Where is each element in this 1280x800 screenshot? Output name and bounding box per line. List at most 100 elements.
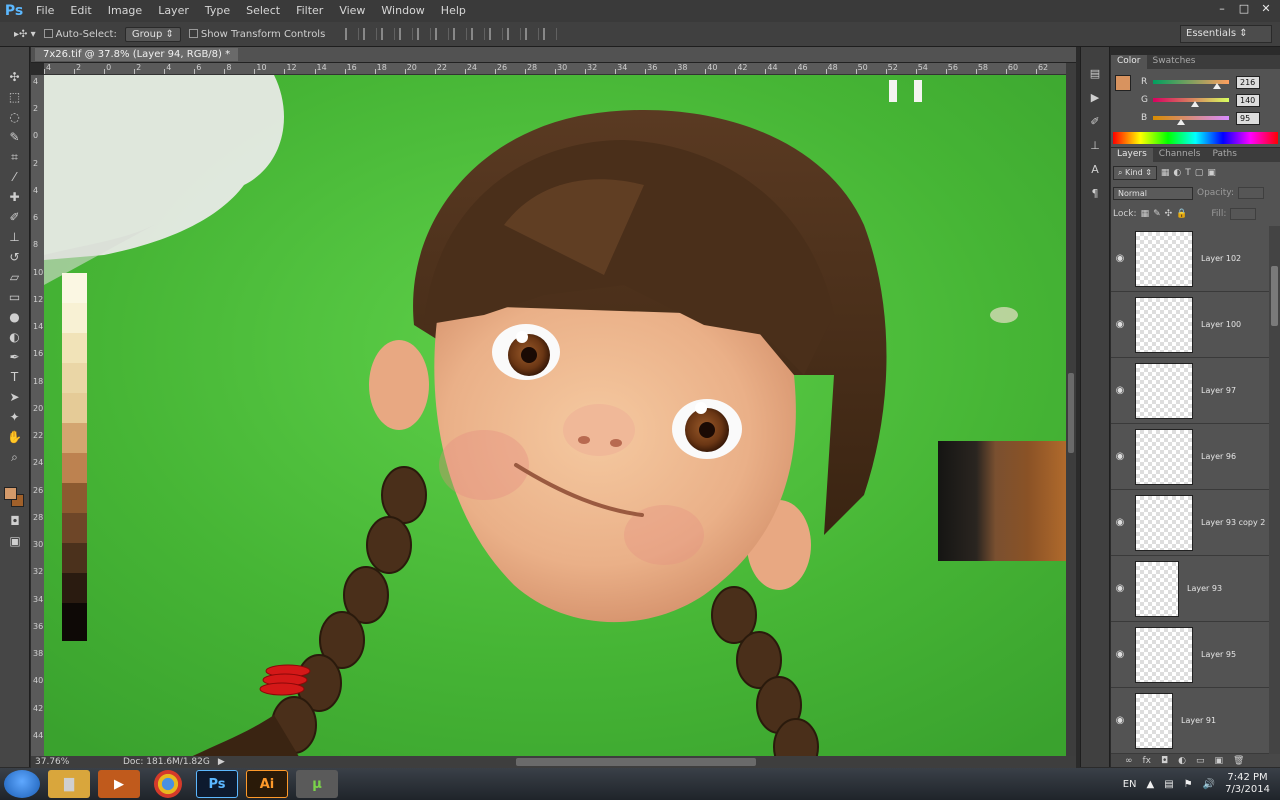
eye-icon[interactable]: ◉ (1111, 649, 1129, 660)
menu-layer[interactable]: Layer (150, 0, 197, 22)
type-tool-icon[interactable]: T (5, 369, 25, 386)
new-layer-icon[interactable]: ▣ (1215, 756, 1224, 766)
eye-icon[interactable]: ◉ (1111, 451, 1129, 462)
menu-window[interactable]: Window (373, 0, 432, 22)
crop-tool-icon[interactable]: ⌗ (5, 149, 25, 166)
eye-icon[interactable]: ◉ (1111, 583, 1129, 594)
green-value[interactable]: 140 (1236, 94, 1260, 107)
history-panel-icon[interactable]: ▤ (1086, 67, 1104, 81)
ruler-horizontal[interactable]: 4 2 0 2 4 6 8 10 12 14 16 18 20 22 24 26 28 30 32 34 36 38 40 4… (44, 63, 1066, 75)
menu-type[interactable]: Type (197, 0, 238, 22)
eye-icon[interactable]: ◉ (1111, 517, 1129, 528)
layer-style-icon[interactable]: fx (1143, 756, 1152, 766)
flag-icon[interactable]: ⚑ (1184, 779, 1193, 790)
auto-select-checkbox[interactable]: Auto-Select: (43, 29, 117, 40)
marquee-tool-icon[interactable]: ⬚ (5, 89, 25, 106)
align-right-icon[interactable] (435, 28, 450, 40)
quick-mask-icon[interactable]: ◘ (5, 513, 25, 530)
shape-tool-icon[interactable]: ✦ (5, 409, 25, 426)
eraser-tool-icon[interactable]: ▱ (5, 269, 25, 286)
horizontal-scroll-thumb[interactable] (516, 758, 756, 766)
eye-icon[interactable]: ◉ (1111, 385, 1129, 396)
slider-handle[interactable] (1177, 119, 1186, 125)
taskbar-utorrent[interactable]: µ (296, 770, 338, 798)
zoom-tool-icon[interactable]: ⌕ (5, 449, 25, 466)
minimize-button[interactable]: – (1214, 2, 1230, 16)
tab-paths[interactable]: Paths (1206, 148, 1242, 162)
clock[interactable]: 7:42 PM 7/3/2014 (1225, 772, 1270, 796)
lock-position-icon[interactable]: ✣ (1165, 209, 1173, 219)
dodge-tool-icon[interactable]: ◐ (5, 329, 25, 346)
network-icon[interactable]: ▤ (1164, 779, 1173, 790)
scroll-thumb[interactable] (1271, 266, 1278, 326)
taskbar-explorer[interactable]: ▇ (48, 770, 90, 798)
menu-select[interactable]: Select (238, 0, 288, 22)
slider-handle[interactable] (1213, 83, 1222, 89)
tab-swatches[interactable]: Swatches (1147, 55, 1202, 69)
filter-pixel-icon[interactable]: ▦ (1161, 168, 1170, 178)
layer-row[interactable]: ◉ Layer 91 (1111, 688, 1269, 754)
paragraph-panel-icon[interactable]: ¶ (1086, 187, 1104, 201)
tab-layers[interactable]: Layers (1111, 148, 1153, 162)
status-arrow-icon[interactable]: ▶ (218, 757, 225, 767)
distribute-left-icon[interactable] (507, 28, 522, 40)
align-hcenter-icon[interactable] (417, 28, 432, 40)
language-indicator[interactable]: EN (1123, 779, 1137, 790)
brush-panel-icon[interactable]: ✐ (1086, 115, 1104, 129)
taskbar-photoshop[interactable]: Ps (196, 770, 238, 798)
clone-source-icon[interactable]: ⊥ (1086, 139, 1104, 153)
eye-icon[interactable]: ◉ (1111, 319, 1129, 330)
distribute-hcenter-icon[interactable] (525, 28, 540, 40)
distribute-top-icon[interactable] (453, 28, 468, 40)
red-value[interactable]: 216 (1236, 76, 1260, 89)
layer-row[interactable]: ◉ Layer 102 (1111, 226, 1269, 292)
taskbar-media-player[interactable]: ▶ (98, 770, 140, 798)
document-canvas[interactable] (44, 75, 1066, 756)
adjustment-layer-icon[interactable]: ◐ (1178, 756, 1186, 766)
layer-row[interactable]: ◉ Layer 95 (1111, 622, 1269, 688)
pen-tool-icon[interactable]: ✒ (5, 349, 25, 366)
eyedropper-tool-icon[interactable]: ⁄ (5, 169, 25, 186)
history-brush-icon[interactable]: ↺ (5, 249, 25, 266)
menu-file[interactable]: File (28, 0, 62, 22)
foreground-color-swatch[interactable] (4, 487, 17, 500)
blur-tool-icon[interactable]: ● (5, 309, 25, 326)
screen-mode-icon[interactable]: ▣ (5, 533, 25, 550)
layer-filter-kind[interactable]: ⌕ Kind ⇕ (1113, 166, 1157, 180)
filter-adjust-icon[interactable]: ◐ (1173, 168, 1181, 178)
show-transform-checkbox[interactable]: Show Transform Controls (188, 29, 325, 40)
brush-tool-icon[interactable]: ✐ (5, 209, 25, 226)
filter-type-icon[interactable]: T (1185, 168, 1191, 178)
align-vcenter-icon[interactable] (363, 28, 378, 40)
link-layers-icon[interactable]: ∞ (1125, 756, 1133, 766)
menu-view[interactable]: View (331, 0, 373, 22)
filter-smart-icon[interactable]: ▣ (1207, 168, 1216, 178)
layer-row[interactable]: ◉ Layer 97 (1111, 358, 1269, 424)
scroll-thumb[interactable] (1068, 373, 1074, 453)
lock-transparent-icon[interactable]: ▦ (1141, 209, 1150, 219)
blue-value[interactable]: 95 (1236, 112, 1260, 125)
quick-select-tool-icon[interactable]: ✎ (5, 129, 25, 146)
tray-arrow-icon[interactable]: ▲ (1147, 779, 1155, 790)
character-panel-icon[interactable]: A (1086, 163, 1104, 177)
close-button[interactable]: ✕ (1258, 2, 1274, 16)
blend-mode-dropdown[interactable]: Normal (1113, 186, 1193, 200)
green-slider[interactable] (1153, 98, 1229, 107)
fill-field[interactable] (1230, 208, 1257, 220)
layer-row[interactable]: ◉ Layer 96 (1111, 424, 1269, 490)
menu-help[interactable]: Help (433, 0, 474, 22)
red-slider[interactable] (1153, 80, 1229, 89)
layer-row[interactable]: ◉ Layer 93 copy 2 (1111, 490, 1269, 556)
tab-color[interactable]: Color (1111, 55, 1147, 69)
path-select-tool-icon[interactable]: ➤ (5, 389, 25, 406)
stamp-tool-icon[interactable]: ⊥ (5, 229, 25, 246)
align-top-icon[interactable] (345, 28, 360, 40)
blue-slider[interactable] (1153, 116, 1229, 125)
gradient-tool-icon[interactable]: ▭ (5, 289, 25, 306)
add-mask-icon[interactable]: ◘ (1161, 756, 1168, 766)
distribute-bottom-icon[interactable] (489, 28, 504, 40)
lasso-tool-icon[interactable]: ◌ (5, 109, 25, 126)
workspace-switcher[interactable]: Essentials ⇕ (1180, 25, 1272, 43)
zoom-level[interactable]: 37.76% (35, 757, 95, 767)
menu-edit[interactable]: Edit (62, 0, 99, 22)
